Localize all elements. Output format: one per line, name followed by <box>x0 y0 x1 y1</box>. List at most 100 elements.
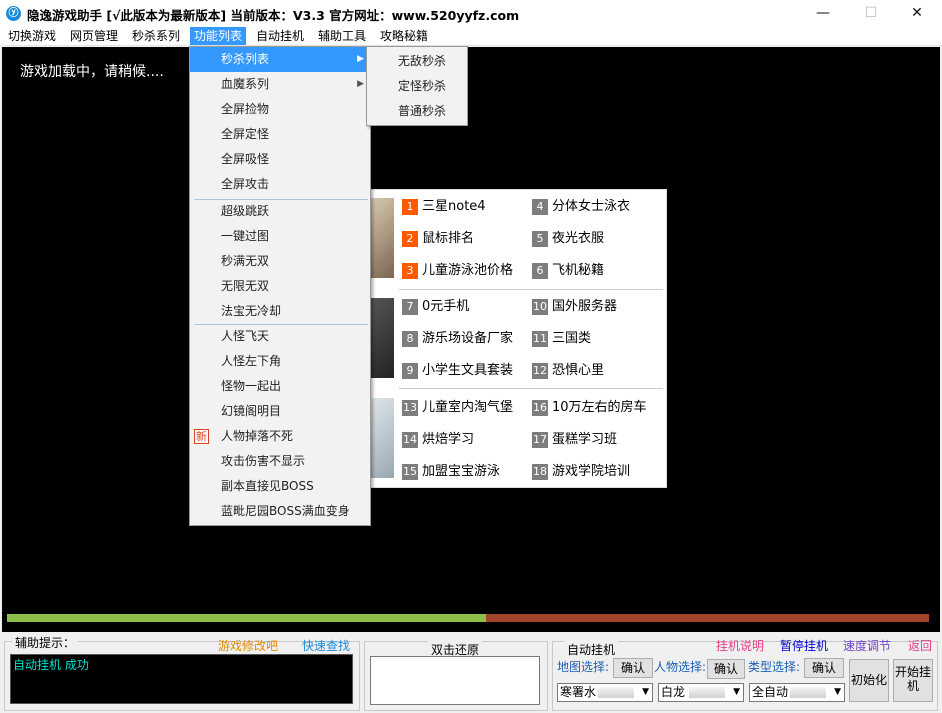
menu-seckill[interactable]: 秒杀系列 <box>128 27 184 45</box>
ad-link[interactable]: 5 夜光衣服 <box>532 228 604 250</box>
ad-rank-badge: 8 <box>402 330 418 347</box>
map-select[interactable]: 寒署水 ▼ <box>557 683 653 702</box>
restore-box[interactable] <box>370 656 540 705</box>
menu-guides[interactable]: 攻略秘籍 <box>376 27 432 45</box>
menu-auto-hang[interactable]: 自动挂机 <box>252 27 308 45</box>
type-select-label: 类型选择: <box>748 660 801 674</box>
minimize-button[interactable]: — <box>800 2 846 24</box>
function-menu-item[interactable]: 全屏攻击 <box>190 172 370 197</box>
function-menu-item[interactable]: 怪物一起出 <box>190 374 370 399</box>
ad-link-text: 三星note4 <box>422 199 486 214</box>
function-menu-item[interactable]: 秒杀列表 ▶ <box>190 47 370 72</box>
ad-link-text: 儿童室内淘气堡 <box>422 400 514 415</box>
seckill-submenu-item[interactable]: 普通秒杀 <box>367 99 467 124</box>
function-menu-item[interactable]: 人怪左下角 <box>190 349 370 374</box>
maximize-button[interactable]: ☐ <box>848 2 894 24</box>
menu-function-list[interactable]: 功能列表 <box>190 27 247 45</box>
function-menu-item[interactable]: 蓝毗尼园BOSS满血变身 <box>190 499 370 524</box>
function-menu-item[interactable]: 人物掉落不死新 <box>190 424 370 449</box>
function-menu-item[interactable]: 一键过图 <box>190 224 370 249</box>
back-link[interactable]: 返回 <box>908 637 932 654</box>
ad-link-text: 游乐场设备厂家 <box>422 331 514 346</box>
close-button[interactable]: ✕ <box>894 2 940 24</box>
function-menu-item[interactable]: 副本直接见BOSS <box>190 474 370 499</box>
ad-link[interactable]: 4 分体女士泳衣 <box>532 196 630 218</box>
menu-web-manage[interactable]: 网页管理 <box>66 27 122 45</box>
ad-link-text: 儿童游泳池价格 <box>422 263 514 278</box>
ad-link-text: 游戏学院培训 <box>552 464 631 479</box>
function-menu-item[interactable]: 全屏定怪 <box>190 122 370 147</box>
ad-link[interactable]: 14 烘焙学习 <box>402 429 474 451</box>
hang-help-link[interactable]: 挂机说明 <box>716 637 764 654</box>
map-confirm-button[interactable]: 确认 <box>613 658 653 678</box>
ad-thumbnail[interactable] <box>371 398 394 478</box>
chevron-right-icon: ▶ <box>357 54 364 64</box>
ad-link[interactable]: 18 游戏学院培训 <box>532 461 630 483</box>
control-panel: 辅助提示： 游戏修改吧 快速查找 自动挂机 成功 双击还原 自动挂机 挂机说明 … <box>0 632 942 713</box>
function-menu-item[interactable]: 全屏捡物 <box>190 97 370 122</box>
game-modify-link[interactable]: 游戏修改吧 <box>218 637 278 654</box>
ad-rank-badge: 14 <box>402 431 418 448</box>
window-title: 隐逸游戏助手 [√此版本为最新版本] 当前版本：V3.3 官方网址：www.52… <box>27 8 520 23</box>
ad-link-text: 蛋糕学习班 <box>552 432 618 447</box>
type-confirm-button[interactable]: 确认 <box>804 658 844 678</box>
ad-link[interactable]: 9 小学生文具套装 <box>402 360 513 382</box>
function-menu-item[interactable]: 血魔系列 ▶ <box>190 72 370 97</box>
title-bar: ⓨ 隐逸游戏助手 [√此版本为最新版本] 当前版本：V3.3 官方网址：www.… <box>0 0 942 27</box>
ad-link-text: 夜光衣服 <box>552 231 605 246</box>
ad-link-text: 恐惧心里 <box>552 363 605 378</box>
character-select[interactable]: 白龙 ▼ <box>658 683 744 702</box>
ad-thumbnail[interactable] <box>371 198 394 278</box>
function-menu-item[interactable]: 秒满无双 <box>190 249 370 274</box>
ad-link[interactable]: 2 鼠标排名 <box>402 228 474 250</box>
quick-search-link[interactable]: 快速查找 <box>302 637 350 654</box>
menu-switch-game[interactable]: 切换游戏 <box>4 27 60 45</box>
seckill-submenu-item[interactable]: 无敌秒杀 <box>367 49 467 74</box>
ad-link-text: 小学生文具套装 <box>422 363 514 378</box>
ad-link[interactable]: 10 国外服务器 <box>532 296 617 318</box>
feather-icon: ⓨ <box>6 6 21 21</box>
ad-link[interactable]: 16 10万左右的房车 <box>532 397 647 419</box>
character-confirm-button[interactable]: 确认 <box>707 659 745 679</box>
function-menu-item[interactable]: 无限无双 <box>190 274 370 299</box>
progress-fill <box>7 614 487 622</box>
start-hang-button[interactable]: 开始挂机 <box>893 659 933 702</box>
ad-link-text: 飞机秘籍 <box>552 263 605 278</box>
function-menu-item[interactable]: 攻击伤害不显示 <box>190 449 370 474</box>
ad-link[interactable]: 8 游乐场设备厂家 <box>402 328 513 350</box>
chevron-down-icon: ▼ <box>733 687 740 697</box>
function-menu-item[interactable]: 法宝无冷却 <box>190 299 370 324</box>
ad-link[interactable]: 11 三国类 <box>532 328 591 350</box>
ad-link[interactable]: 6 飞机秘籍 <box>532 260 604 282</box>
ad-panel: 1 三星note4 4 分体女士泳衣 2 鼠标排名 5 夜光衣服 3 儿童游泳池价格 6 飞机秘籍 7 0… <box>370 189 667 488</box>
speed-adjust-link[interactable]: 速度调节 <box>843 637 891 654</box>
ad-link[interactable]: 17 蛋糕学习班 <box>532 429 617 451</box>
ad-rank-badge: 16 <box>532 399 548 416</box>
menu-tools[interactable]: 辅助工具 <box>314 27 370 45</box>
auto-hang-title: 自动挂机 <box>564 641 619 658</box>
function-menu-item[interactable]: 全屏吸怪 <box>190 147 370 172</box>
ad-divider <box>399 289 663 290</box>
ad-rank-badge: 9 <box>402 362 418 379</box>
ad-link[interactable]: 13 儿童室内淘气堡 <box>402 397 513 419</box>
ad-link-text: 鼠标排名 <box>422 231 475 246</box>
initialize-button[interactable]: 初始化 <box>849 659 889 702</box>
pause-hang-link[interactable]: 暂停挂机 <box>780 637 828 654</box>
chevron-down-icon: ▼ <box>642 687 649 697</box>
ad-link[interactable]: 3 儿童游泳池价格 <box>402 260 513 282</box>
function-menu-item[interactable]: 超级跳跃 <box>190 199 370 224</box>
ad-link[interactable]: 12 恐惧心里 <box>532 360 604 382</box>
seckill-submenu: 无敌秒杀 定怪秒杀 普通秒杀 <box>366 46 468 126</box>
ad-link[interactable]: 15 加盟宝宝游泳 <box>402 461 500 483</box>
seckill-submenu-item[interactable]: 定怪秒杀 <box>367 74 467 99</box>
type-select-value: 全自动 <box>752 685 789 699</box>
function-menu-item[interactable]: 幻镜阁明目 <box>190 399 370 424</box>
ad-rank-badge: 10 <box>532 298 548 315</box>
assist-log: 自动挂机 成功 <box>10 654 353 704</box>
ad-link[interactable]: 7 0元手机 <box>402 296 469 318</box>
function-menu-item[interactable]: 人怪飞天 <box>190 324 370 349</box>
ad-link[interactable]: 1 三星note4 <box>402 196 486 218</box>
ad-rank-badge: 5 <box>532 230 548 247</box>
type-select[interactable]: 全自动 ▼ <box>749 683 845 702</box>
ad-thumbnail[interactable] <box>371 298 394 378</box>
